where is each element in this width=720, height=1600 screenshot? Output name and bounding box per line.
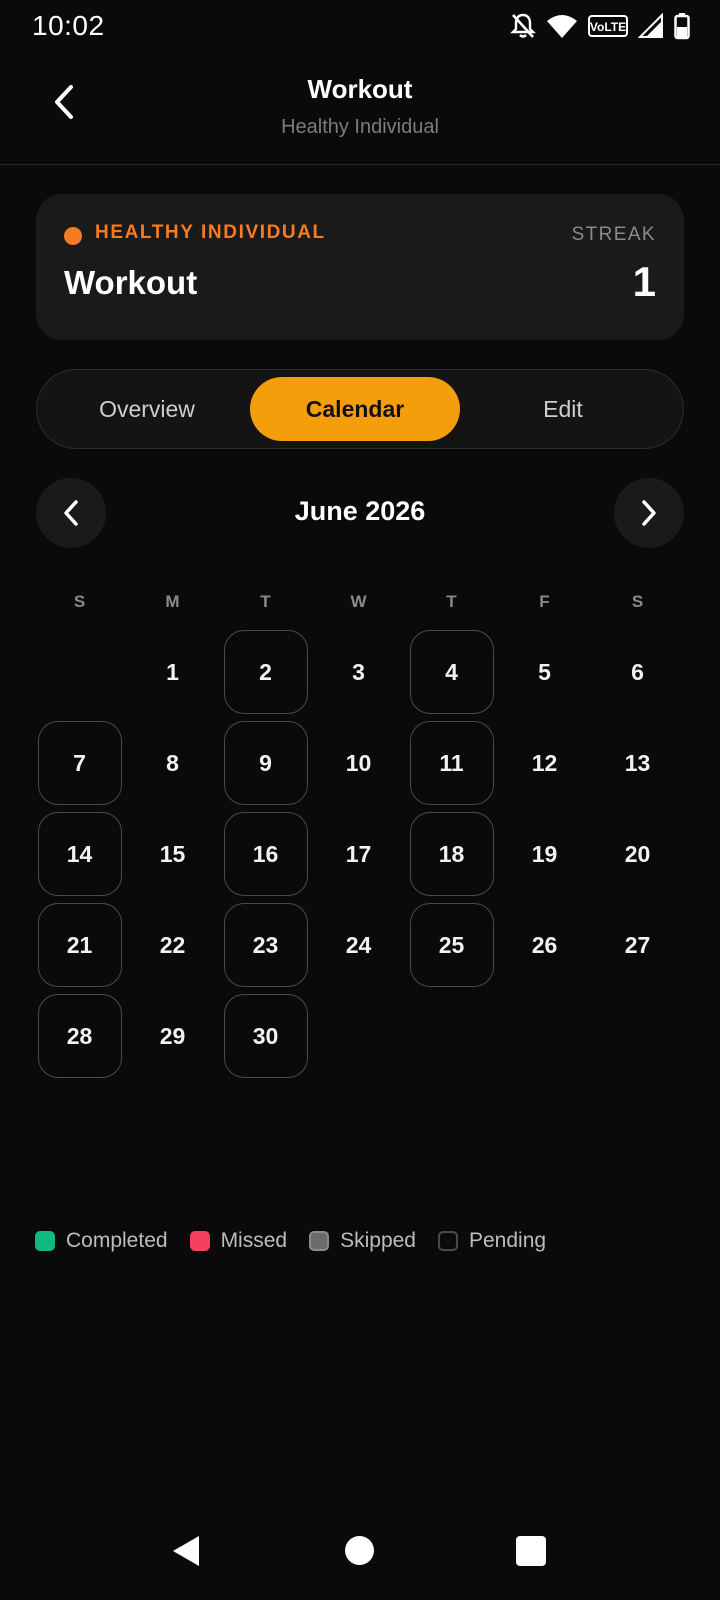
status-icons: VoLTE xyxy=(510,12,690,40)
status-legend: Completed Missed Skipped Pending xyxy=(35,1226,568,1256)
streak-label: STREAK xyxy=(571,224,656,245)
habit-name: Workout xyxy=(64,264,198,301)
weekday-label: S xyxy=(73,592,86,611)
nav-recents-icon[interactable] xyxy=(516,1536,546,1566)
app-bar: Workout Healthy Individual xyxy=(0,52,720,165)
month-title: June 2026 xyxy=(294,496,426,526)
calendar-day[interactable]: 14 xyxy=(37,812,122,896)
calendar-day[interactable]: 6 xyxy=(596,630,680,714)
volte-icon: VoLTE xyxy=(588,15,628,37)
legend-item: Missed xyxy=(189,1229,288,1253)
battery-icon xyxy=(674,12,690,40)
calendar-day[interactable]: 21 xyxy=(37,903,122,987)
calendar-day[interactable]: 11 xyxy=(409,721,494,805)
tab-overview[interactable]: Overview xyxy=(42,377,252,441)
weekday-label: T xyxy=(446,592,457,611)
calendar-day[interactable]: 1 xyxy=(131,630,215,714)
nav-home-icon[interactable] xyxy=(345,1536,374,1565)
signal-icon xyxy=(638,13,664,39)
calendar-day[interactable]: 5 xyxy=(503,630,587,714)
calendar-day[interactable]: 27 xyxy=(596,903,680,987)
calendar-day[interactable]: 20 xyxy=(596,812,680,896)
page-title: Workout xyxy=(307,74,413,104)
legend-swatch xyxy=(437,1231,458,1251)
legend-swatch xyxy=(309,1231,330,1251)
next-month-button[interactable] xyxy=(614,478,684,548)
weekday-label: W xyxy=(350,592,367,611)
calendar-day[interactable]: 15 xyxy=(131,812,215,896)
weekday-label: M xyxy=(165,592,180,611)
calendar-grid: 1 2 3 4 5 6 7 8 9 10 11 12 13 14 15 16 17 18 19 20 21 22 23 24 2… xyxy=(33,630,687,1100)
calendar-day[interactable]: 19 xyxy=(503,812,587,896)
legend-item: Completed xyxy=(35,1229,168,1253)
habit-category: HEALTHY INDIVIDUAL xyxy=(95,222,326,243)
calendar-day[interactable]: 18 xyxy=(409,812,494,896)
tab-edit[interactable]: Edit xyxy=(458,377,668,441)
legend-item: Pending xyxy=(437,1229,547,1253)
streak-value: 1 xyxy=(632,258,656,305)
month-navigation: June 2026 xyxy=(36,478,684,548)
calendar-day[interactable]: 12 xyxy=(503,721,587,805)
weekday-label: T xyxy=(260,592,271,611)
category-color-dot xyxy=(64,227,82,245)
calendar-day[interactable]: 28 xyxy=(37,994,122,1078)
calendar-day[interactable]: 22 xyxy=(131,903,215,987)
calendar-day[interactable]: 10 xyxy=(317,721,401,805)
calendar-day[interactable]: 2 xyxy=(223,630,308,714)
volte-text: VoLTE xyxy=(590,20,626,34)
chevron-right-icon xyxy=(642,500,656,526)
calendar-day[interactable]: 3 xyxy=(317,630,401,714)
calendar-day[interactable]: 30 xyxy=(223,994,308,1078)
calendar-day[interactable]: 23 xyxy=(223,903,308,987)
legend-label: Pending xyxy=(468,1229,547,1252)
legend-swatch xyxy=(189,1231,210,1251)
view-tabs: Overview Calendar Edit xyxy=(36,369,684,449)
wifi-icon xyxy=(546,13,578,39)
calendar-day[interactable]: 24 xyxy=(317,903,401,987)
calendar-day[interactable]: 8 xyxy=(131,721,215,805)
calendar-day[interactable]: 7 xyxy=(37,721,122,805)
legend-item: Skipped xyxy=(309,1229,416,1253)
calendar-day[interactable]: 4 xyxy=(409,630,494,714)
calendar-day[interactable]: 26 xyxy=(503,903,587,987)
weekday-label: S xyxy=(631,592,644,611)
notifications-off-icon xyxy=(510,12,536,40)
calendar-day[interactable]: 13 xyxy=(596,721,680,805)
status-bar: 10:02 VoLTE xyxy=(0,0,720,52)
weekday-label: F xyxy=(539,592,550,611)
legend-swatch xyxy=(35,1231,55,1251)
legend-label: Missed xyxy=(220,1229,288,1252)
nav-back-icon[interactable] xyxy=(171,1535,201,1567)
habit-summary-card: HEALTHY INDIVIDUAL Workout STREAK 1 xyxy=(36,194,684,340)
calendar-day[interactable]: 16 xyxy=(223,812,308,896)
status-time: 10:02 xyxy=(32,10,105,41)
calendar-day[interactable]: 17 xyxy=(317,812,401,896)
weekday-header: SMTWTFS xyxy=(33,592,687,616)
system-navigation-bar xyxy=(0,1500,720,1600)
calendar-day[interactable]: 29 xyxy=(131,994,215,1078)
tab-calendar[interactable]: Calendar xyxy=(250,377,460,441)
legend-label: Skipped xyxy=(340,1229,416,1252)
page-subtitle: Healthy Individual xyxy=(281,116,439,138)
calendar-day[interactable]: 9 xyxy=(223,721,308,805)
legend-label: Completed xyxy=(66,1229,168,1252)
calendar-day[interactable]: 25 xyxy=(409,903,494,987)
